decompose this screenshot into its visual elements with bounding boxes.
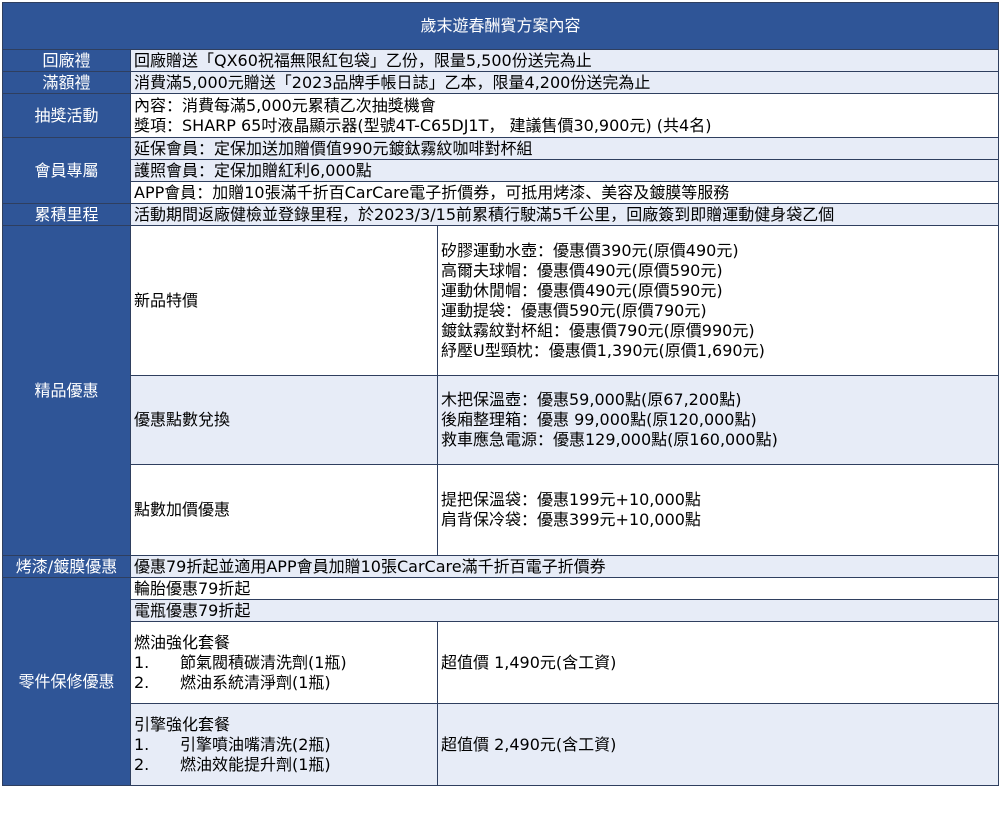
member-row: APP會員：加贈10張滿千折百CarCare電子折價券，可抵用烤漆、美容及鍍膜等… (130, 181, 999, 204)
battery-text: 電瓶優惠79折起 (130, 599, 999, 622)
gift-return-text: 回廠贈送「QX60祝福無限紅包袋」乙份，限量5,500份送完為止 (130, 49, 999, 72)
lottery-line: 獎項：SHARP 65吋液晶顯示器(型號4T-C65DJ1T， 建議售價30,9… (134, 115, 712, 135)
list-item: 運動提袋：優惠價590元(原價790元) (441, 300, 707, 320)
promo-table: 歲末遊春酬賓方案內容 回廠禮 回廠贈送「QX60祝福無限紅包袋」乙份，限量5,5… (2, 2, 999, 786)
points-plus-name: 點數加價優惠 (130, 464, 438, 556)
list-item: 運動休閒帽：優惠價490元(原價590元) (441, 280, 723, 300)
list-item: 矽膠運動水壺：優惠價390元(原價490元) (441, 240, 739, 260)
list-item: 鍍鈦霧紋對杯組：優惠價790元(原價990元) (441, 320, 755, 340)
engine-package-price: 超值價 2,490元(含工資) (437, 703, 999, 786)
fuel-package-title: 燃油強化套餐 (134, 632, 231, 652)
gift-spend-label: 滿額禮 (2, 71, 131, 94)
lottery-line: 內容：消費每滿5,000元累積乙次抽獎機會 (134, 95, 436, 115)
new-items-list: 矽膠運動水壺：優惠價390元(原價490元) 高爾夫球帽：優惠價490元(原價5… (437, 225, 999, 376)
list-item: 後廂整理箱：優惠 99,000點(原120,000點) (441, 410, 757, 429)
paint-label: 烤漆/鍍膜優惠 (2, 555, 131, 578)
member-row: 延保會員：定保加送加贈價值990元鍍鈦霧紋咖啡對杯組 (130, 137, 999, 160)
mileage-text: 活動期間返廠健檢並登錄里程，於2023/3/15前累積行駛滿5千公里，回廠簽到即… (130, 203, 999, 226)
list-item: 救車應急電源：優惠129,000點(原160,000點) (441, 430, 778, 449)
lottery-label: 抽獎活動 (2, 93, 131, 138)
gift-spend-text: 消費滿5,000元贈送「2023品牌手帳日誌」乙本，限量4,200份送完為止 (130, 71, 999, 94)
lottery-content: 內容：消費每滿5,000元累積乙次抽獎機會 獎項：SHARP 65吋液晶顯示器(… (130, 93, 999, 138)
paint-text: 優惠79折起並適用APP會員加贈10張CarCare滿千折百電子折價券 (130, 555, 999, 578)
list-item: 提把保溫袋：優惠199元+10,000點 (441, 490, 701, 509)
list-item: 木把保溫壺：優惠59,000點(原67,200點) (441, 390, 742, 409)
fuel-package: 燃油強化套餐 1. 節氣閥積碳清洗劑(1瓶) 2. 燃油系統清淨劑(1瓶) (130, 621, 438, 704)
table-title: 歲末遊春酬賓方案內容 (2, 2, 999, 50)
engine-package: 引擎強化套餐 1. 引擎噴油嘴清洗(2瓶) 2. 燃油效能提升劑(1瓶) (130, 703, 438, 786)
list-item: 1. 節氣閥積碳清洗劑(1瓶) (134, 652, 347, 672)
member-label: 會員專屬 (2, 137, 131, 204)
new-items-name: 新品特價 (130, 225, 438, 376)
tire-text: 輪胎優惠79折起 (130, 577, 999, 600)
list-item: 1. 引擎噴油嘴清洗(2瓶) (134, 734, 331, 754)
list-item: 2. 燃油系統清淨劑(1瓶) (134, 672, 331, 692)
points-plus-list: 提把保溫袋：優惠199元+10,000點 肩背保冷袋：優惠399元+10,000… (437, 464, 999, 556)
points-list: 木把保溫壺：優惠59,000點(原67,200點) 後廂整理箱：優惠 99,00… (437, 375, 999, 465)
member-row: 護照會員：定保加贈紅利6,000點 (130, 159, 999, 182)
list-item: 高爾夫球帽：優惠價490元(原價590元) (441, 260, 723, 280)
engine-package-title: 引擎強化套餐 (134, 714, 231, 734)
boutique-label: 精品優惠 (2, 225, 131, 556)
list-item: 肩背保冷袋：優惠399元+10,000點 (441, 510, 701, 529)
points-name: 優惠點數兌換 (130, 375, 438, 465)
parts-label: 零件保修優惠 (2, 577, 131, 786)
list-item: 2. 燃油效能提升劑(1瓶) (134, 754, 331, 774)
list-item: 紓壓U型頸枕：優惠價1,390元(原價1,690元) (441, 340, 765, 360)
mileage-label: 累積里程 (2, 203, 131, 226)
gift-return-label: 回廠禮 (2, 49, 131, 72)
fuel-package-price: 超值價 1,490元(含工資) (437, 621, 999, 704)
